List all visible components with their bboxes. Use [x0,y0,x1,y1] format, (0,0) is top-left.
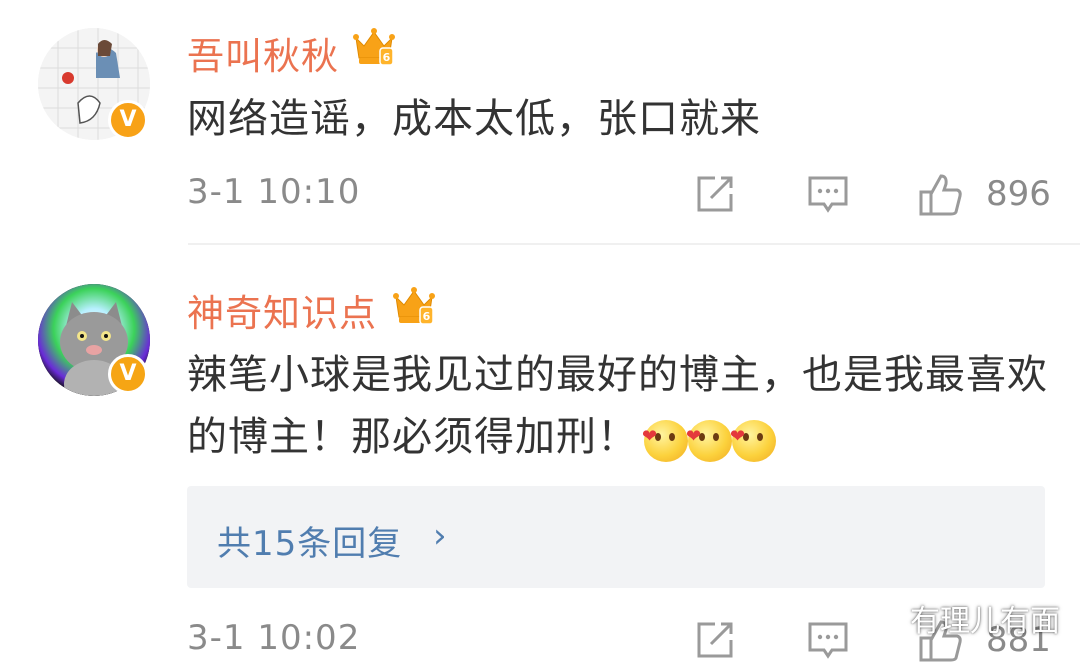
divider [188,243,1080,245]
comment-item: V 吾叫秋秋 6 网络造谣，成本太低，张口就来 3-1 10:10 896 [0,0,1080,245]
replies-panel[interactable]: 共15条回复 › [187,486,1045,588]
verified-badge-icon: V [108,354,148,394]
crown-vip-icon[interactable]: 6 [352,24,396,68]
timestamp: 3-1 10:10 [187,172,361,212]
username[interactable]: 神奇知识点 [187,283,377,337]
comment-icon[interactable] [806,618,850,662]
verified-badge-icon: V [108,100,148,140]
like-count: 896 [986,174,1051,214]
comment-icon[interactable] [806,172,850,216]
vip-level: 6 [383,51,391,64]
heart-smile-emoji [686,406,732,468]
comment-text: 网络造谣，成本太低，张口就来 [187,96,761,142]
share-icon[interactable] [693,618,737,662]
vip-level: 6 [423,310,431,323]
comment-text-body: 辣笔小球是我见过的最好的博主，也是我最喜欢的博主！那必须得加刑！ [187,352,1048,460]
view-replies-link[interactable]: 共15条回复 [217,516,402,565]
heart-smile-emoji [642,406,688,468]
emoji-group [642,406,776,470]
timestamp: 3-1 10:02 [187,618,361,658]
like-icon[interactable] [917,172,965,218]
crown-vip-icon[interactable]: 6 [392,283,436,327]
chevron-right-icon[interactable]: › [433,516,447,556]
share-icon[interactable] [693,172,737,216]
watermark-text: 有理儿有面 [910,604,1060,639]
comment-text: 辣笔小球是我见过的最好的博主，也是我最喜欢的博主！那必须得加刑！ [187,344,1057,470]
username[interactable]: 吾叫秋秋 [187,26,339,80]
wechat-watermark-icon [862,600,901,631]
heart-smile-emoji [730,406,776,468]
